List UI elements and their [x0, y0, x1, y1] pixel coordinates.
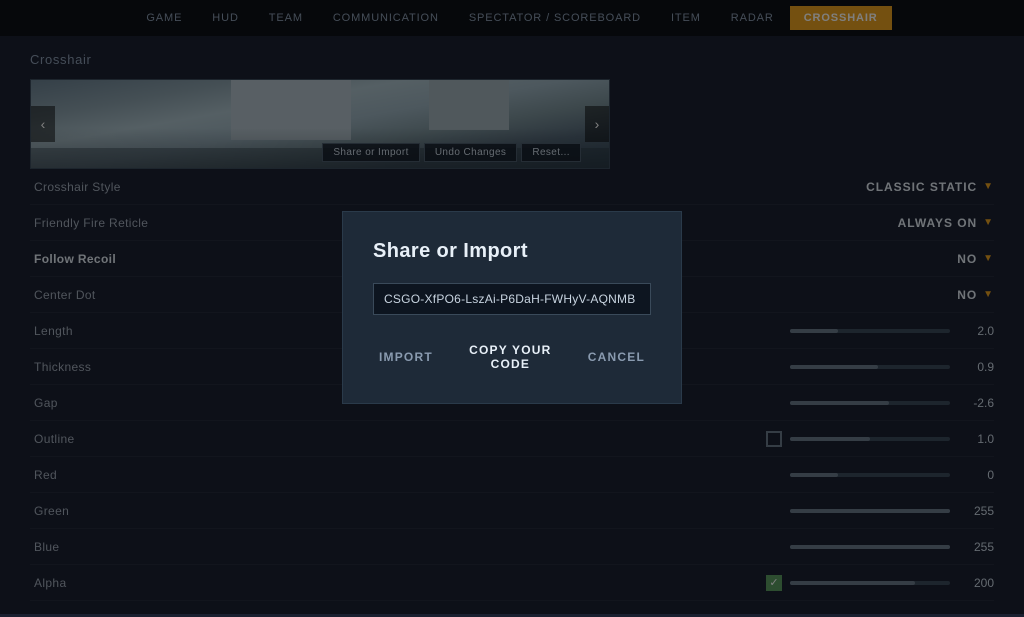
copy-code-button[interactable]: COPY YOUR CODE — [463, 339, 558, 375]
cancel-button[interactable]: CANCEL — [582, 346, 651, 368]
code-input[interactable] — [373, 283, 651, 315]
modal-buttons: IMPORT COPY YOUR CODE CANCEL — [373, 339, 651, 375]
modal-title: Share or Import — [373, 240, 651, 263]
import-button[interactable]: IMPORT — [373, 346, 439, 368]
share-import-modal: Share or Import IMPORT COPY YOUR CODE CA… — [342, 211, 682, 404]
modal-overlay: Share or Import IMPORT COPY YOUR CODE CA… — [0, 0, 1024, 614]
